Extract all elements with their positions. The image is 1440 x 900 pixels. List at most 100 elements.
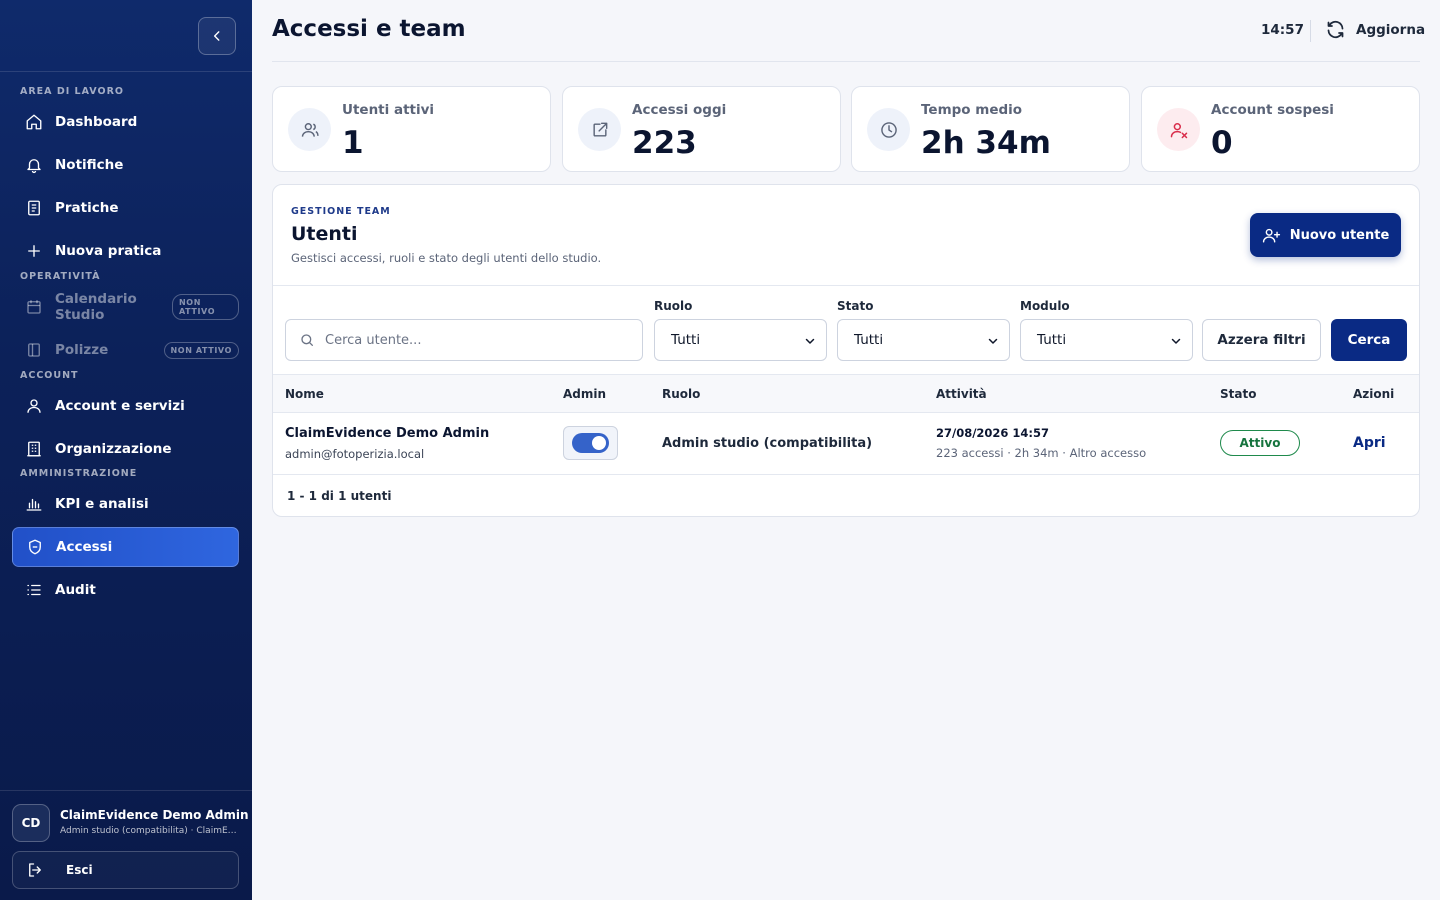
reset-filters-button[interactable]: Azzera filtri	[1202, 319, 1321, 361]
sidebar-header	[0, 0, 252, 72]
state-select[interactable]: Tutti	[837, 319, 1010, 361]
sidebar-item-policies: Polizze NON ATTIVO	[12, 330, 239, 370]
sidebar-item-label: Polizze	[55, 342, 109, 358]
user-plus-icon	[1262, 228, 1280, 243]
page-title: Accessi e team	[272, 16, 466, 42]
table-header: Nome Admin Ruolo Attività Stato Azioni	[273, 374, 1419, 413]
column-header-admin[interactable]: Admin	[563, 387, 606, 401]
bell-icon	[27, 159, 41, 174]
status-badge: Attivo	[1220, 430, 1300, 456]
avatar: CD	[12, 804, 50, 842]
module-select-value: Tutti	[1037, 332, 1067, 348]
column-header-name[interactable]: Nome	[285, 387, 324, 401]
logout-icon	[29, 863, 41, 877]
sidebar-item-label: Dashboard	[55, 114, 138, 130]
sidebar-item-account-services[interactable]: Account e servizi	[12, 386, 239, 426]
refresh-label: Aggiorna	[1356, 21, 1426, 38]
column-header-role[interactable]: Ruolo	[662, 387, 700, 401]
kpi-card-avg-time: Tempo medio 2h 34m	[851, 86, 1130, 172]
search-field[interactable]	[285, 319, 643, 361]
kpi-value: 1	[342, 125, 364, 161]
sidebar-user-area: CD ClaimEvidence Demo Admin Admin studio…	[0, 790, 252, 900]
home-icon	[26, 114, 42, 130]
role-select[interactable]: Tutti	[654, 319, 827, 361]
sidebar-item-audit[interactable]: Audit	[12, 570, 239, 610]
sidebar-item-label: Account e servizi	[55, 398, 185, 414]
external-link-icon	[578, 108, 621, 151]
column-header-state[interactable]: Stato	[1220, 387, 1256, 401]
sidebar-item-new-practice[interactable]: Nuova pratica	[12, 231, 239, 271]
building-icon	[27, 441, 41, 457]
chevron-down-icon	[1171, 338, 1181, 344]
users-icon	[288, 108, 331, 151]
section-label-operations: OPERATIVITÀ	[20, 271, 101, 282]
open-user-link[interactable]: Apri	[1353, 435, 1386, 451]
new-user-button[interactable]: Nuovo utente	[1250, 213, 1401, 257]
sidebar: AREA DI LAVORO Dashboard Notifiche Prati…	[0, 0, 252, 900]
column-header-actions: Azioni	[1353, 387, 1395, 401]
chevron-down-icon	[805, 338, 815, 344]
role-select-value: Tutti	[671, 332, 701, 348]
bar-chart-icon	[26, 498, 42, 511]
search-icon	[301, 334, 313, 346]
kpi-value: 223	[632, 125, 697, 161]
section-label-account: ACCOUNT	[20, 370, 79, 381]
state-select-value: Tutti	[854, 332, 884, 348]
collapse-sidebar-button[interactable]	[198, 17, 236, 55]
state-filter-label: Stato	[837, 299, 874, 313]
sidebar-item-label: Notifiche	[55, 157, 124, 173]
logout-button[interactable]: Esci	[12, 851, 239, 889]
sidebar-item-organization[interactable]: Organizzazione	[12, 429, 239, 469]
sidebar-item-label: Accessi	[56, 539, 113, 555]
kpi-label: Utenti attivi	[342, 102, 435, 118]
column-header-activity[interactable]: Attività	[936, 387, 987, 401]
sidebar-item-notifications[interactable]: Notifiche	[12, 145, 239, 185]
module-select[interactable]: Tutti	[1020, 319, 1193, 361]
sidebar-item-label: Audit	[55, 582, 96, 598]
section-label-admin: AMMINISTRAZIONE	[20, 468, 138, 479]
table-row: ClaimEvidence Demo Admin admin@fotoperiz…	[273, 413, 1419, 475]
user-x-icon	[1157, 108, 1200, 151]
user-role-cell: Admin studio (compatibilita)	[662, 436, 873, 451]
panel-divider	[273, 285, 1419, 286]
kpi-card-access-today: Accessi oggi 223	[562, 86, 841, 172]
document-icon	[28, 200, 40, 216]
panel-subtitle: Gestisci accessi, ruoli e stato degli ut…	[291, 251, 602, 265]
sidebar-item-dashboard[interactable]: Dashboard	[12, 102, 239, 142]
refresh-button[interactable]: Aggiorna	[1325, 19, 1425, 40]
sidebar-item-label: Pratiche	[55, 200, 119, 216]
user-name: ClaimEvidence Demo Admin	[60, 808, 249, 822]
activity-detail-cell: 223 accessi · 2h 34m · Altro accesso	[936, 446, 1147, 460]
kpi-card-suspended: Account sospesi 0	[1141, 86, 1420, 172]
plus-icon	[28, 245, 40, 257]
sidebar-item-label: Calendario Studio	[55, 291, 137, 323]
user-name-cell: ClaimEvidence Demo Admin	[285, 426, 490, 441]
section-label-workspace: AREA DI LAVORO	[20, 86, 124, 97]
shield-icon	[29, 539, 41, 555]
calendar-icon	[27, 300, 41, 314]
sidebar-item-calendar: Calendario Studio NON ATTIVO	[12, 287, 239, 327]
admin-toggle[interactable]	[563, 426, 618, 460]
toggle-switch[interactable]	[572, 433, 609, 453]
sidebar-item-label: Organizzazione	[55, 441, 172, 457]
user-icon	[27, 399, 41, 413]
search-button[interactable]: Cerca	[1331, 319, 1407, 361]
kpi-value: 0	[1211, 125, 1233, 161]
users-panel: GESTIONE TEAM Utenti Gestisci accessi, r…	[272, 184, 1420, 517]
inactive-badge: NON ATTIVO	[172, 294, 239, 320]
clock: 14:57	[1261, 22, 1304, 38]
sidebar-item-access[interactable]: Accessi	[12, 527, 239, 567]
sidebar-item-kpi[interactable]: KPI e analisi	[12, 484, 239, 524]
user-role: Admin studio (compatibilita) · ClaimEvid…	[60, 826, 238, 836]
new-user-label: Nuovo utente	[1289, 227, 1390, 243]
module-filter-label: Modulo	[1020, 299, 1070, 313]
activity-date-cell: 27/08/2026 14:57	[936, 426, 1050, 440]
chevron-left-icon	[213, 31, 220, 41]
sidebar-item-label: KPI e analisi	[55, 496, 149, 512]
clock-icon	[867, 108, 910, 151]
panel-title: Utenti	[291, 223, 358, 245]
role-filter-label: Ruolo	[654, 299, 693, 313]
search-input[interactable]	[325, 332, 625, 348]
sidebar-item-practices[interactable]: Pratiche	[12, 188, 239, 228]
header-divider	[1310, 20, 1311, 42]
